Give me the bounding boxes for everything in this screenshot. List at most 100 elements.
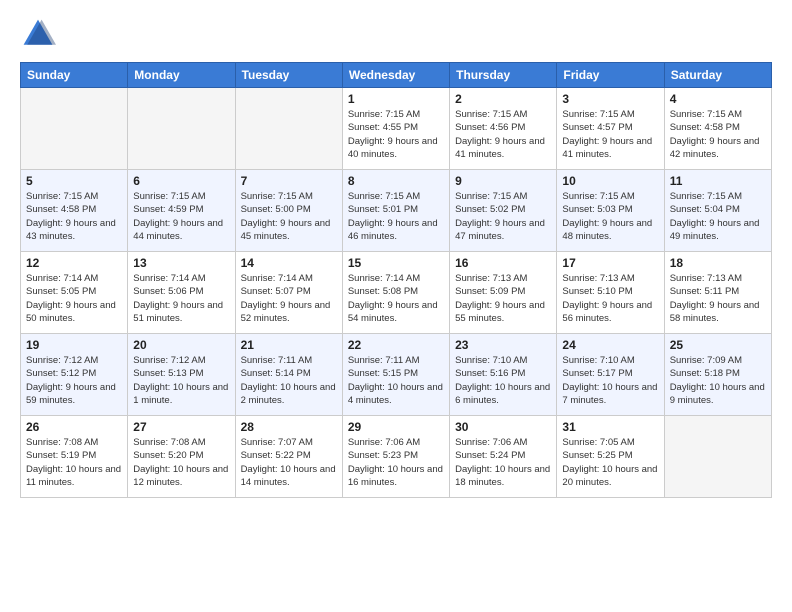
day-number: 4	[670, 92, 766, 106]
day-info: Sunrise: 7:15 AM Sunset: 5:00 PM Dayligh…	[241, 190, 337, 243]
day-info: Sunrise: 7:15 AM Sunset: 4:56 PM Dayligh…	[455, 108, 551, 161]
day-number: 15	[348, 256, 444, 270]
calendar-cell: 24 Sunrise: 7:10 AM Sunset: 5:17 PM Dayli…	[557, 334, 664, 416]
day-number: 12	[26, 256, 122, 270]
calendar-cell: 21Sunrise: 7:11 AM Sunset: 5:14 PM Dayli…	[235, 334, 342, 416]
calendar-cell: 1 Sunrise: 7:15 AM Sunset: 4:55 PM Daylig…	[342, 88, 449, 170]
day-info: Sunrise: 7:15 AM Sunset: 4:59 PM Dayligh…	[133, 190, 229, 243]
day-number: 11	[670, 174, 766, 188]
day-info: Sunrise: 7:13 AM Sunset: 5:10 PM Dayligh…	[562, 272, 658, 325]
calendar-cell: 20 Sunrise: 7:12 AM Sunset: 5:13 PM Dayli…	[128, 334, 235, 416]
day-info: Sunrise: 7:10 AM Sunset: 5:16 PM Dayligh…	[455, 354, 551, 407]
calendar-cell: 13 Sunrise: 7:14 AM Sunset: 5:06 PM Dayli…	[128, 252, 235, 334]
day-info: Sunrise: 7:14 AM Sunset: 5:06 PM Dayligh…	[133, 272, 229, 325]
calendar-cell: 16 Sunrise: 7:13 AM Sunset: 5:09 PM Dayli…	[450, 252, 557, 334]
day-info: Sunrise: 7:15 AM Sunset: 5:01 PM Dayligh…	[348, 190, 444, 243]
calendar-cell: 29 Sunrise: 7:06 AM Sunset: 5:23 PM Dayli…	[342, 416, 449, 498]
weekday-header-tuesday: Tuesday	[235, 63, 342, 88]
day-info: Sunrise: 7:13 AM Sunset: 5:09 PM Dayligh…	[455, 272, 551, 325]
day-info: Sunrise: 7:12 AM Sunset: 5:13 PM Dayligh…	[133, 354, 229, 407]
calendar-cell: 22 Sunrise: 7:11 AM Sunset: 5:15 PM Dayli…	[342, 334, 449, 416]
day-number: 9	[455, 174, 551, 188]
day-number: 2	[455, 92, 551, 106]
day-info: Sunrise: 7:15 AM Sunset: 4:58 PM Dayligh…	[26, 190, 122, 243]
calendar-cell	[235, 88, 342, 170]
day-info: Sunrise: 7:14 AM Sunset: 5:05 PM Dayligh…	[26, 272, 122, 325]
calendar-cell: 17 Sunrise: 7:13 AM Sunset: 5:10 PM Dayli…	[557, 252, 664, 334]
day-number: 31	[562, 420, 658, 434]
day-info: Sunrise: 7:15 AM Sunset: 5:02 PM Dayligh…	[455, 190, 551, 243]
day-number: 28	[241, 420, 337, 434]
day-info: Sunrise: 7:06 AM Sunset: 5:23 PM Dayligh…	[348, 436, 444, 489]
day-number: 30	[455, 420, 551, 434]
calendar-cell	[664, 416, 771, 498]
day-info: Sunrise: 7:06 AM Sunset: 5:24 PM Dayligh…	[455, 436, 551, 489]
week-row-5: 26Sunrise: 7:08 AM Sunset: 5:19 PM Dayli…	[21, 416, 772, 498]
weekday-header-wednesday: Wednesday	[342, 63, 449, 88]
page: SundayMondayTuesdayWednesdayThursdayFrid…	[0, 0, 792, 612]
day-info: Sunrise: 7:14 AM Sunset: 5:08 PM Dayligh…	[348, 272, 444, 325]
day-info: Sunrise: 7:15 AM Sunset: 5:03 PM Dayligh…	[562, 190, 658, 243]
day-number: 22	[348, 338, 444, 352]
day-info: Sunrise: 7:11 AM Sunset: 5:15 PM Dayligh…	[348, 354, 444, 407]
calendar-cell: 27Sunrise: 7:08 AM Sunset: 5:20 PM Dayli…	[128, 416, 235, 498]
day-info: Sunrise: 7:14 AM Sunset: 5:07 PM Dayligh…	[241, 272, 337, 325]
calendar-cell: 5 Sunrise: 7:15 AM Sunset: 4:58 PM Daylig…	[21, 170, 128, 252]
week-row-2: 5 Sunrise: 7:15 AM Sunset: 4:58 PM Daylig…	[21, 170, 772, 252]
day-info: Sunrise: 7:10 AM Sunset: 5:17 PM Dayligh…	[562, 354, 658, 407]
day-number: 17	[562, 256, 658, 270]
calendar-cell: 23 Sunrise: 7:10 AM Sunset: 5:16 PM Dayli…	[450, 334, 557, 416]
calendar-cell: 7 Sunrise: 7:15 AM Sunset: 5:00 PM Daylig…	[235, 170, 342, 252]
weekday-header-monday: Monday	[128, 63, 235, 88]
day-info: Sunrise: 7:15 AM Sunset: 4:57 PM Dayligh…	[562, 108, 658, 161]
calendar-cell: 14 Sunrise: 7:14 AM Sunset: 5:07 PM Dayli…	[235, 252, 342, 334]
calendar-cell: 31Sunrise: 7:05 AM Sunset: 5:25 PM Dayli…	[557, 416, 664, 498]
calendar-cell: 9 Sunrise: 7:15 AM Sunset: 5:02 PM Daylig…	[450, 170, 557, 252]
weekday-header-saturday: Saturday	[664, 63, 771, 88]
day-number: 3	[562, 92, 658, 106]
calendar-cell: 30 Sunrise: 7:06 AM Sunset: 5:24 PM Dayli…	[450, 416, 557, 498]
day-number: 25	[670, 338, 766, 352]
calendar-cell: 28 Sunrise: 7:07 AM Sunset: 5:22 PM Dayli…	[235, 416, 342, 498]
day-info: Sunrise: 7:11 AM Sunset: 5:14 PM Dayligh…	[241, 354, 337, 407]
day-info: Sunrise: 7:09 AM Sunset: 5:18 PM Dayligh…	[670, 354, 766, 407]
day-number: 16	[455, 256, 551, 270]
day-info: Sunrise: 7:08 AM Sunset: 5:20 PM Dayligh…	[133, 436, 229, 489]
day-number: 8	[348, 174, 444, 188]
day-info: Sunrise: 7:15 AM Sunset: 5:04 PM Dayligh…	[670, 190, 766, 243]
day-number: 19	[26, 338, 122, 352]
calendar-cell	[21, 88, 128, 170]
day-info: Sunrise: 7:13 AM Sunset: 5:11 PM Dayligh…	[670, 272, 766, 325]
calendar-cell: 19Sunrise: 7:12 AM Sunset: 5:12 PM Dayli…	[21, 334, 128, 416]
calendar-cell: 26Sunrise: 7:08 AM Sunset: 5:19 PM Dayli…	[21, 416, 128, 498]
calendar-cell: 15 Sunrise: 7:14 AM Sunset: 5:08 PM Dayli…	[342, 252, 449, 334]
day-number: 23	[455, 338, 551, 352]
header	[20, 16, 772, 52]
calendar-cell: 25 Sunrise: 7:09 AM Sunset: 5:18 PM Dayli…	[664, 334, 771, 416]
calendar-cell: 11 Sunrise: 7:15 AM Sunset: 5:04 PM Dayli…	[664, 170, 771, 252]
day-info: Sunrise: 7:15 AM Sunset: 4:55 PM Dayligh…	[348, 108, 444, 161]
day-info: Sunrise: 7:07 AM Sunset: 5:22 PM Dayligh…	[241, 436, 337, 489]
day-number: 14	[241, 256, 337, 270]
calendar-cell	[128, 88, 235, 170]
day-number: 20	[133, 338, 229, 352]
day-number: 7	[241, 174, 337, 188]
calendar-cell: 2 Sunrise: 7:15 AM Sunset: 4:56 PM Daylig…	[450, 88, 557, 170]
calendar-cell: 18Sunrise: 7:13 AM Sunset: 5:11 PM Dayli…	[664, 252, 771, 334]
day-number: 29	[348, 420, 444, 434]
day-number: 13	[133, 256, 229, 270]
calendar-cell: 10 Sunrise: 7:15 AM Sunset: 5:03 PM Dayli…	[557, 170, 664, 252]
day-info: Sunrise: 7:15 AM Sunset: 4:58 PM Dayligh…	[670, 108, 766, 161]
day-number: 5	[26, 174, 122, 188]
weekday-header-friday: Friday	[557, 63, 664, 88]
day-number: 10	[562, 174, 658, 188]
weekday-header-thursday: Thursday	[450, 63, 557, 88]
calendar-cell: 6 Sunrise: 7:15 AM Sunset: 4:59 PM Daylig…	[128, 170, 235, 252]
day-number: 1	[348, 92, 444, 106]
logo	[20, 16, 62, 52]
day-number: 24	[562, 338, 658, 352]
logo-icon	[20, 16, 56, 52]
week-row-3: 12 Sunrise: 7:14 AM Sunset: 5:05 PM Dayli…	[21, 252, 772, 334]
day-number: 6	[133, 174, 229, 188]
weekday-header-sunday: Sunday	[21, 63, 128, 88]
